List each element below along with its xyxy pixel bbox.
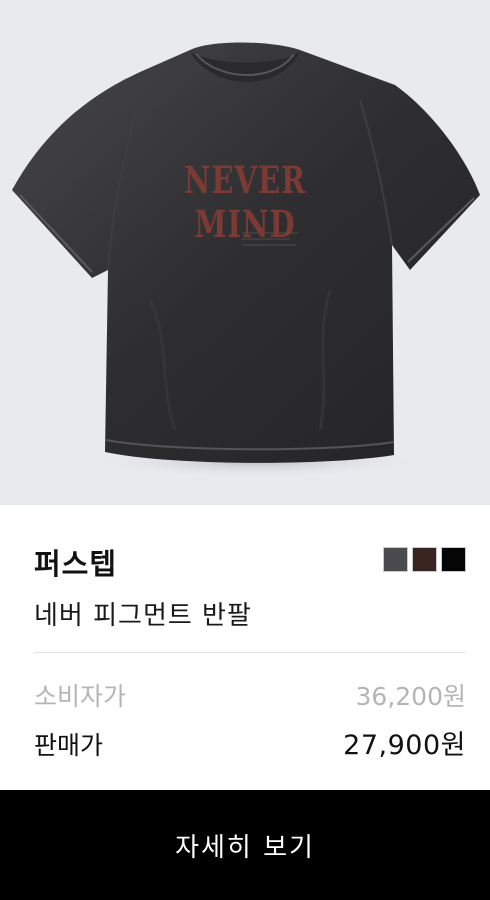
color-swatch-black[interactable] <box>441 547 466 572</box>
retail-price-row: 소비자가 36,200원 <box>34 677 466 713</box>
print-graphic-text: NEVER MIND <box>183 157 307 247</box>
color-swatch-brown[interactable] <box>412 547 437 572</box>
product-image[interactable]: NEVER MIND <box>0 0 490 505</box>
retail-price-value: 36,200원 <box>355 682 466 711</box>
view-details-button[interactable]: 자세히 보기 <box>0 790 490 900</box>
product-info: 퍼스텝 네버 피그먼트 반팔 소비자가 36,200원 판매가 27,900원 <box>0 505 490 790</box>
tshirt-illustration <box>12 42 480 478</box>
color-swatches <box>383 547 466 572</box>
brand-name: 퍼스텝 <box>34 547 118 581</box>
product-name: 네버 피그먼트 반팔 <box>34 601 252 631</box>
divider <box>34 652 466 653</box>
retail-price-label: 소비자가 <box>34 682 127 711</box>
sale-price-value: 27,900원 <box>343 730 466 761</box>
color-swatch-gray[interactable] <box>383 547 408 572</box>
sale-price-label: 판매가 <box>34 731 104 760</box>
sale-price-row: 판매가 27,900원 <box>34 723 466 762</box>
